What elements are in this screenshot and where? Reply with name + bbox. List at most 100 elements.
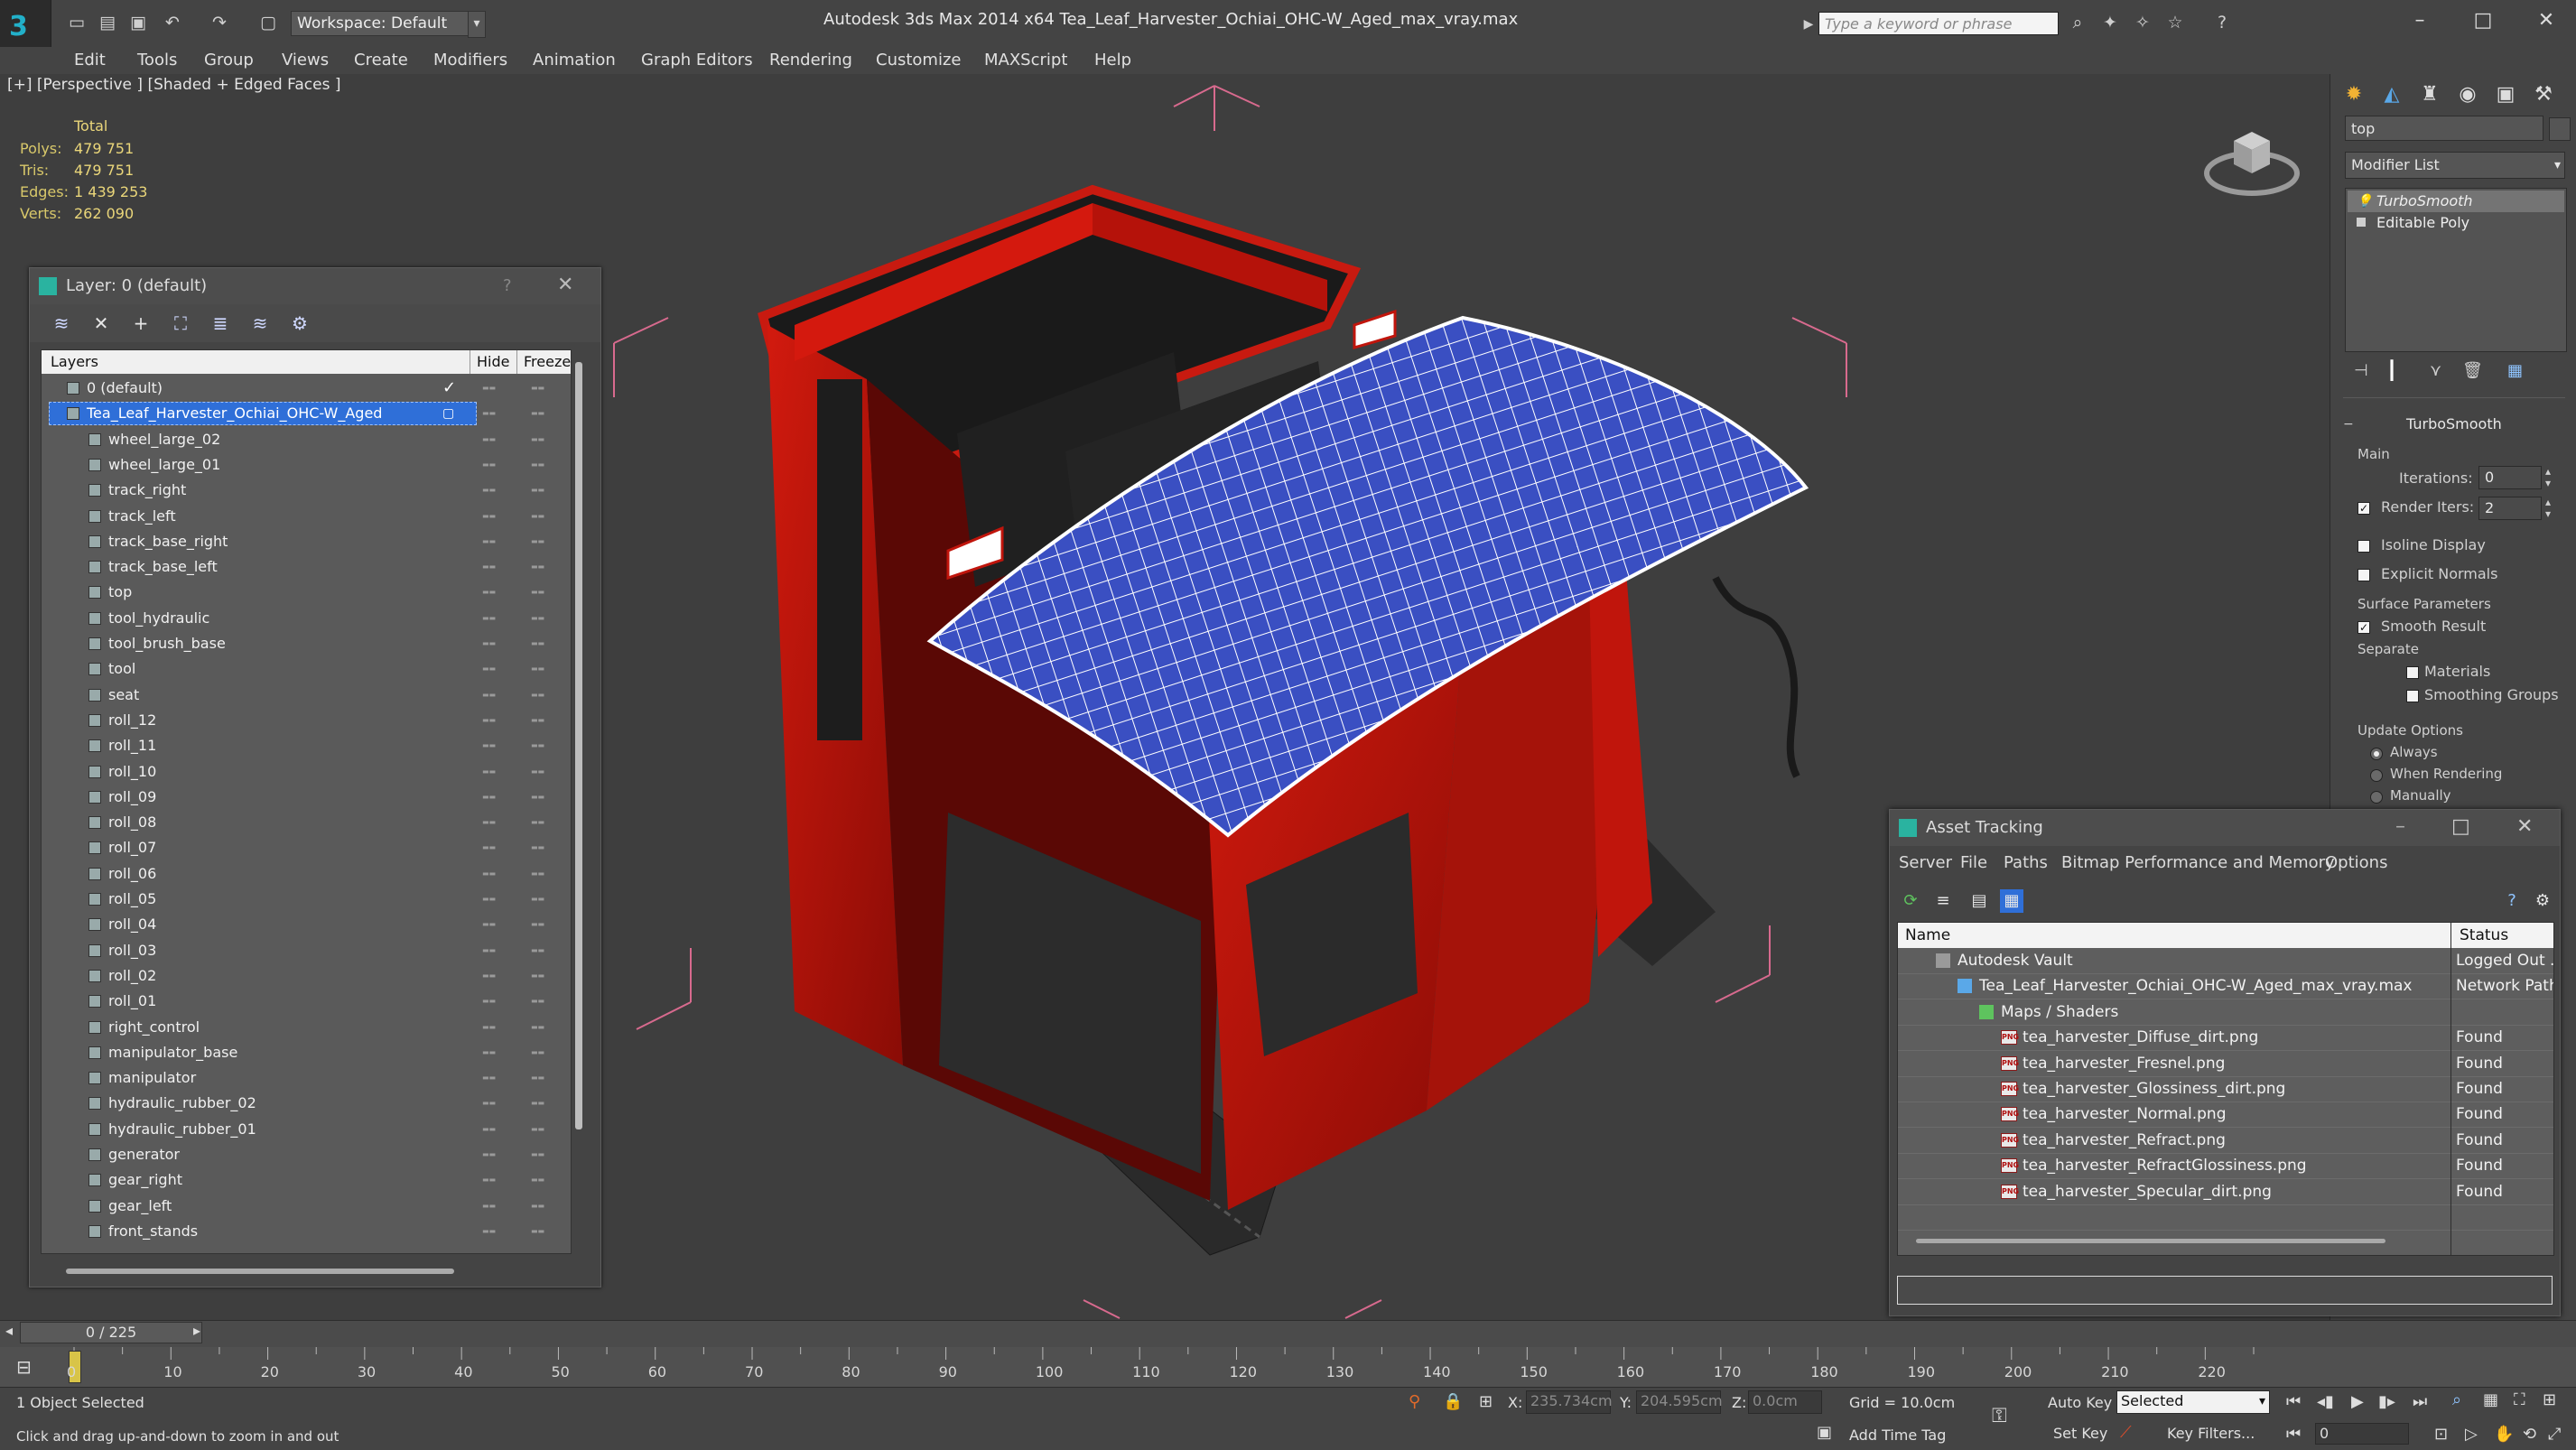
freeze-toggle[interactable]: ▬▬ [531, 708, 544, 733]
utilities-tab-icon[interactable]: ⚒ [2525, 79, 2562, 110]
delete-layer-icon[interactable]: ✕ [89, 311, 113, 335]
hide-toggle[interactable]: ▬▬ [482, 631, 496, 656]
subscription-icon[interactable]: ✦ [2100, 13, 2120, 33]
materials-checkbox[interactable] [2406, 666, 2419, 679]
hide-toggle[interactable]: ▬▬ [482, 989, 496, 1014]
time-slider[interactable]: 0 / 225 [20, 1322, 202, 1343]
freeze-toggle[interactable]: ▬▬ [531, 401, 544, 426]
hide-toggle[interactable]: ▬▬ [482, 606, 496, 631]
hide-toggle[interactable]: ▬▬ [482, 427, 496, 452]
freeze-toggle[interactable]: ▬▬ [531, 1167, 544, 1193]
menu-group[interactable]: Group [204, 51, 254, 70]
go-to-end-icon[interactable]: ⏭ [2413, 1392, 2427, 1411]
menu-rendering[interactable]: Rendering [769, 51, 852, 70]
freeze-toggle[interactable]: ▬▬ [531, 1194, 544, 1219]
layer-row[interactable]: roll_03 ▬▬ ▬▬ [42, 938, 571, 963]
asset-path-field[interactable] [1897, 1276, 2553, 1305]
rollout-collapse-icon[interactable]: − [2343, 417, 2354, 432]
freeze-toggle[interactable]: ▬▬ [531, 989, 544, 1014]
hide-toggle[interactable]: ▬▬ [482, 683, 496, 708]
help-icon[interactable]: ? [2212, 13, 2232, 33]
asset-row[interactable]: Tea_Leaf_Harvester_Ochiai_OHC-W_Aged_max… [1898, 973, 2553, 1000]
asset-row[interactable]: PNG tea_harvester_Diffuse_dirt.png Found [1898, 1025, 2553, 1052]
column-name[interactable]: Name [1905, 926, 1950, 944]
freeze-toggle[interactable]: ▬▬ [531, 427, 544, 452]
freeze-toggle[interactable]: ▬▬ [531, 1015, 544, 1040]
play-arrow-icon[interactable]: ▶ [1799, 14, 1818, 34]
layer-row[interactable]: roll_02 ▬▬ ▬▬ [42, 963, 571, 989]
freeze-toggle[interactable]: ▬▬ [531, 504, 544, 529]
layer-row[interactable]: roll_01 ▬▬ ▬▬ [42, 989, 571, 1014]
layer-row[interactable]: roll_06 ▬▬ ▬▬ [42, 861, 571, 887]
remove-modifier-icon[interactable]: 🗑 [2462, 361, 2483, 380]
lock-selection-icon[interactable]: 🔒 [1443, 1392, 1463, 1411]
mini-curve-editor-icon[interactable]: ⊟ [16, 1356, 32, 1378]
freeze-toggle[interactable]: ▬▬ [531, 1142, 544, 1167]
layer-row[interactable]: roll_09 ▬▬ ▬▬ [42, 785, 571, 810]
layer-row[interactable]: top ▬▬ ▬▬ [42, 580, 571, 605]
iterations-spinner[interactable]: 0 [2478, 466, 2542, 489]
go-to-start-icon[interactable]: ⏮ [2286, 1392, 2301, 1411]
column-status[interactable]: Status [2460, 926, 2508, 944]
asset-menu-paths[interactable]: Paths [2004, 853, 2048, 872]
asset-row[interactable]: PNG tea_harvester_Fresnel.png Found [1898, 1051, 2553, 1077]
binoculars-icon[interactable]: ⌕ [2068, 13, 2088, 33]
hide-toggle[interactable]: ▬▬ [482, 887, 496, 912]
hide-toggle[interactable]: ▬▬ [482, 452, 496, 478]
zoom-extents-all-icon[interactable]: ⊞ [2543, 1390, 2556, 1409]
object-color-swatch[interactable] [2549, 117, 2571, 141]
hide-toggle[interactable]: ▬▬ [482, 1167, 496, 1193]
layer-row[interactable]: roll_12 ▬▬ ▬▬ [42, 708, 571, 733]
asset-row[interactable]: Autodesk Vault Logged Out ... [1898, 948, 2553, 974]
freeze-toggle[interactable]: ▬▬ [531, 631, 544, 656]
layer-row[interactable]: roll_04 ▬▬ ▬▬ [42, 912, 571, 937]
freeze-toggle[interactable]: ▬▬ [531, 376, 544, 401]
column-layers[interactable]: Layers [51, 353, 98, 370]
asset-row[interactable]: PNG tea_harvester_RefractGlossiness.png Fo… [1898, 1153, 2553, 1180]
freeze-toggle[interactable]: ▬▬ [531, 1040, 544, 1065]
hide-toggle[interactable]: ▬▬ [482, 708, 496, 733]
freeze-toggle[interactable]: ▬▬ [531, 938, 544, 963]
timeline-ruler[interactable]: ⊟ [0, 1347, 2576, 1387]
hide-toggle[interactable]: ▬▬ [482, 1194, 496, 1219]
freeze-toggle[interactable]: ▬▬ [531, 683, 544, 708]
make-unique-icon[interactable]: ⋎ [2430, 361, 2441, 380]
layer-row[interactable]: Tea_Leaf_Harvester_Ochiai_OHC-W_Aged ▢ ▬▬ ▬… [42, 401, 571, 426]
vertical-scrollbar[interactable] [575, 362, 582, 1129]
hide-toggle[interactable]: ▬▬ [482, 1015, 496, 1040]
hide-toggle[interactable]: ▬▬ [482, 376, 496, 401]
set-keys-icon[interactable]: ⟋ [2120, 1423, 2132, 1442]
minimize-button[interactable]: – [2395, 815, 2405, 838]
orbit-icon[interactable]: ⟲ [2523, 1425, 2536, 1444]
freeze-toggle[interactable]: ▬▬ [531, 963, 544, 989]
menu-modifiers[interactable]: Modifiers [433, 51, 507, 70]
layer-row[interactable]: gear_right ▬▬ ▬▬ [42, 1167, 571, 1193]
play-icon[interactable]: ▶ [2351, 1392, 2364, 1411]
modify-tab-icon[interactable]: ◭ [2374, 79, 2410, 110]
key-icon[interactable]: ⚿ [1992, 1405, 2007, 1427]
auto-key-button[interactable]: Auto Key [2048, 1394, 2112, 1411]
undo-icon[interactable]: ↶ [163, 13, 182, 33]
table-view-icon[interactable]: ▤ [1967, 889, 1991, 913]
set-key-button[interactable]: Set Key [2053, 1425, 2107, 1442]
pan-icon[interactable]: ✋ [2494, 1425, 2514, 1444]
asset-row[interactable]: PNG tea_harvester_Specular_dirt.png Found [1898, 1179, 2553, 1205]
render-iters-checkbox[interactable]: ✓ [2357, 502, 2370, 515]
menu-help[interactable]: Help [1094, 51, 1131, 70]
search-input[interactable]: Type a keyword or phrase [1818, 12, 2059, 35]
help-icon[interactable]: ? [2500, 889, 2524, 913]
time-tag-icon[interactable]: ▣ [1817, 1423, 1832, 1442]
hide-toggle[interactable]: ▬▬ [482, 785, 496, 810]
hide-all-icon[interactable]: ≋ [248, 311, 272, 335]
key-filters-button[interactable]: Key Filters... [2167, 1425, 2255, 1442]
layer-row[interactable]: generator ▬▬ ▬▬ [42, 1142, 571, 1167]
app-logo[interactable]: 3 [0, 0, 51, 51]
hide-toggle[interactable]: ▬▬ [482, 963, 496, 989]
maximize-button[interactable]: □ [2451, 815, 2470, 838]
maximize-button[interactable]: □ [2465, 7, 2501, 34]
layer-row[interactable]: tool_brush_base ▬▬ ▬▬ [42, 631, 571, 656]
freeze-toggle[interactable]: ▬▬ [531, 810, 544, 835]
hide-toggle[interactable]: ▬▬ [482, 554, 496, 580]
hide-toggle[interactable]: ▬▬ [482, 529, 496, 554]
expand-icon[interactable] [2357, 218, 2366, 227]
